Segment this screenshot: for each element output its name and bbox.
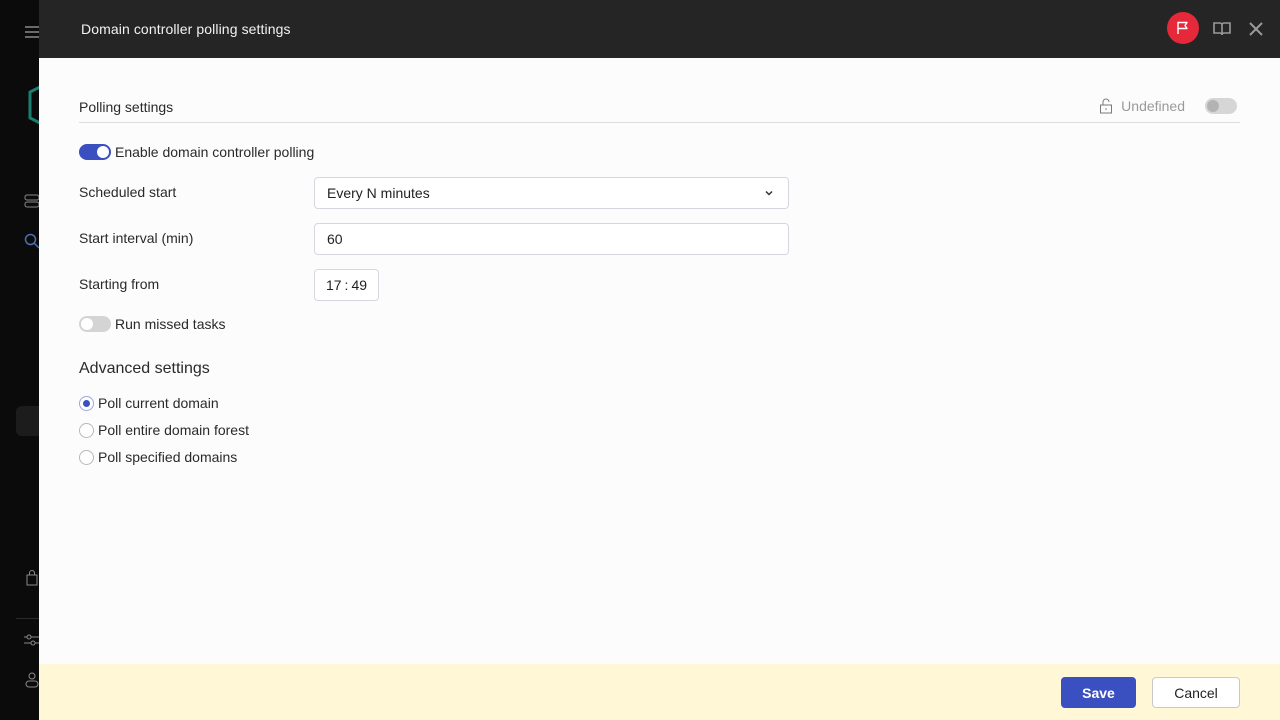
close-icon[interactable]: [1246, 19, 1266, 39]
run-missed-label: Run missed tasks: [115, 316, 226, 332]
polling-settings-dialog: Domain controller polling settings Polli…: [39, 0, 1280, 720]
enable-polling-label: Enable domain controller polling: [115, 144, 315, 160]
menu-icon[interactable]: [24, 24, 40, 40]
cancel-button[interactable]: Cancel: [1152, 677, 1240, 708]
bag-icon[interactable]: [24, 570, 40, 586]
advanced-settings-title: Advanced settings: [79, 360, 210, 377]
dialog-header: Domain controller polling settings: [39, 0, 1280, 58]
polling-section-header: Polling settings Undefined: [79, 98, 1240, 123]
unlock-icon[interactable]: [1099, 98, 1113, 114]
radio-poll-current-domain[interactable]: Poll current domain: [79, 395, 219, 411]
radio-button[interactable]: [79, 449, 94, 465]
stack-icon[interactable]: [24, 193, 40, 209]
save-button[interactable]: Save: [1061, 677, 1136, 708]
enable-polling-toggle[interactable]: [79, 144, 111, 160]
user-icon[interactable]: [24, 672, 40, 688]
section-title: Polling settings: [79, 99, 174, 115]
time-separator: :: [344, 277, 349, 293]
starting-from-time-input[interactable]: 17 : 49: [314, 269, 379, 301]
policy-lock-control: Undefined: [1099, 98, 1237, 114]
start-interval-input[interactable]: 60: [314, 223, 789, 255]
radio-button[interactable]: [79, 422, 94, 438]
radio-label: Poll entire domain forest: [98, 422, 249, 438]
dialog-footer: Save Cancel: [39, 664, 1280, 720]
starting-from-label: Starting from: [79, 276, 160, 292]
book-icon[interactable]: [1212, 19, 1232, 39]
time-minutes[interactable]: 49: [351, 277, 367, 293]
dialog-title: Domain controller polling settings: [81, 21, 291, 37]
radio-poll-entire-forest[interactable]: Poll entire domain forest: [79, 422, 249, 438]
time-hours[interactable]: 17: [326, 277, 342, 293]
start-interval-value: 60: [327, 231, 343, 247]
radio-button[interactable]: [79, 395, 94, 411]
start-interval-label: Start interval (min): [79, 230, 194, 246]
enable-polling-row: Enable domain controller polling: [79, 144, 314, 160]
scheduled-start-label: Scheduled start: [79, 184, 177, 200]
policy-toggle[interactable]: [1205, 98, 1237, 114]
flag-icon: [1177, 21, 1188, 34]
policy-state-label: Undefined: [1121, 98, 1185, 114]
app-sidebar: [0, 0, 46, 720]
radio-poll-specified-domains[interactable]: Poll specified domains: [79, 449, 237, 465]
run-missed-row: Run missed tasks: [79, 316, 225, 332]
radio-label: Poll current domain: [98, 395, 219, 411]
run-missed-toggle[interactable]: [79, 316, 111, 332]
scheduled-start-select[interactable]: Every N minutes: [314, 177, 789, 209]
scheduled-start-value: Every N minutes: [327, 185, 430, 201]
chevron-down-icon: [765, 190, 773, 196]
radio-label: Poll specified domains: [98, 449, 238, 465]
sliders-icon[interactable]: [24, 632, 40, 648]
flag-button[interactable]: [1167, 12, 1199, 44]
search-icon[interactable]: [24, 233, 40, 249]
